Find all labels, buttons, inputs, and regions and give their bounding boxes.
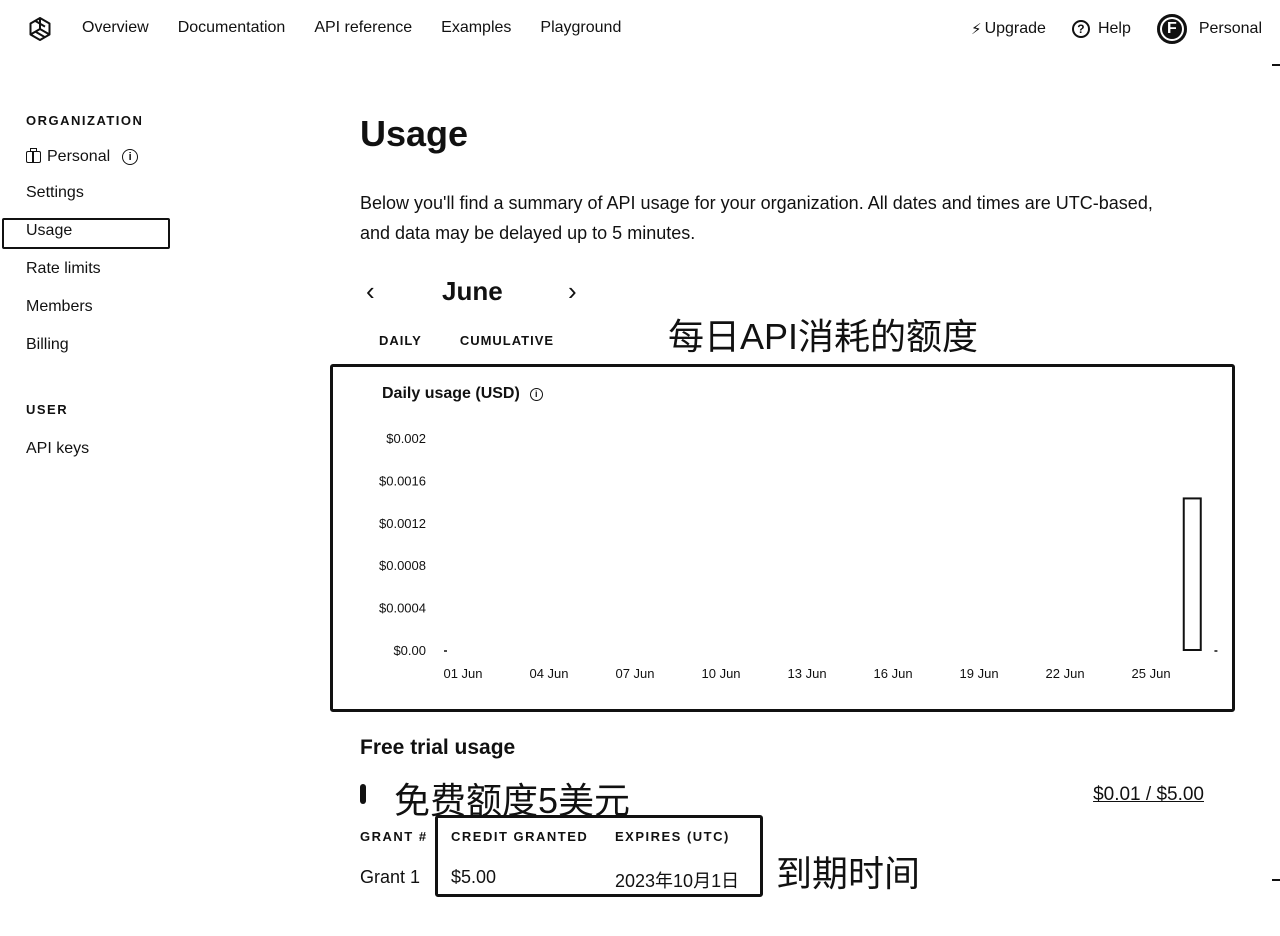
chart-title: Daily usage (USD) [382,385,520,402]
month-selector: ‹ June › [360,274,600,310]
help-label: Help [1097,20,1131,37]
page-title: Usage [360,113,469,154]
x-tick-label: 22 Jun [1046,666,1085,681]
annotation-daily-usage: 每日API消耗的额度 [668,316,979,357]
lightning-icon: ⚡ [971,21,982,38]
chevron-right-icon[interactable]: › [568,276,577,307]
tab-cumulative[interactable]: CUMULATIVE [460,333,554,348]
window-edge-mark [1272,64,1280,66]
window-edge-mark [1272,879,1280,881]
nav-overview[interactable]: Overview [82,19,149,37]
grant-header-number: GRANT # [360,829,428,844]
briefcase-icon [26,148,41,163]
chart-title-row: Daily usage (USD) i [382,385,543,403]
sidebar-item-billing[interactable]: Billing [26,336,69,354]
free-trial-title: Free trial usage [360,736,516,759]
info-icon[interactable]: i [529,387,543,401]
grant-row-name: Grant 1 [360,867,421,887]
x-tick-label: 25 Jun [1132,666,1171,681]
y-tick-label: $0.0004 [379,601,426,616]
y-tick-label: $0.0008 [379,558,426,573]
help-icon: ? [1071,20,1090,38]
x-tick-label: 10 Jun [702,666,741,681]
org-heading: ORGANIZATION [26,113,144,128]
y-tick-label: $0.0012 [379,516,426,531]
free-trial-progress-bar [360,784,366,804]
upgrade-label: Upgrade [984,20,1046,37]
account-label: Personal [1198,20,1262,37]
top-navigation: Overview Documentation API reference Exa… [0,0,1280,58]
org-name: Personal [47,148,111,165]
sidebar-item-settings[interactable]: Settings [26,184,84,202]
nav-playground[interactable]: Playground [540,19,621,37]
sidebar-item-organization[interactable]: Personal i [26,148,139,166]
chart-canvas: $0.002 $0.0016 $0.0012 $0.0008 $0.0004 $0.00 0… [379,431,1218,681]
nav-documentation[interactable]: Documentation [178,19,286,37]
avatar: F [1156,14,1187,44]
x-tick-label: 01 Jun [443,666,482,681]
openai-logo-icon[interactable] [26,15,54,43]
sidebar-item-rate-limits[interactable]: Rate limits [26,260,101,278]
daily-usage-chart: $0.002 $0.0016 $0.0012 $0.0008 $0.0004 $0.00 0… [330,364,1235,712]
usage-tabs: DAILY CUMULATIVE [379,333,592,348]
free-trial-amount[interactable]: $0.01 / $5.00 [1093,784,1204,806]
nav-api-reference[interactable]: API reference [314,19,412,37]
grant-highlight-box [435,815,763,897]
x-tick-label: 07 Jun [615,666,654,681]
month-label: June [442,276,503,306]
x-tick-label: 13 Jun [788,666,827,681]
x-tick-label: 19 Jun [960,666,999,681]
help-button[interactable]: ? Help [1071,20,1131,38]
chevron-left-icon[interactable]: ‹ [366,276,375,307]
y-tick-label: $0.00 [393,643,426,658]
nav-examples[interactable]: Examples [441,19,511,37]
page-description: Below you'll find a summary of API usage… [360,193,1153,243]
upgrade-button[interactable]: ⚡ Upgrade [971,20,1046,38]
tab-daily[interactable]: DAILY [379,333,422,348]
bar-day-26[interactable] [1182,497,1202,651]
annotation-expiry: 到期时间 [776,853,921,894]
user-heading: USER [26,402,69,417]
sidebar-item-api-keys[interactable]: API keys [26,440,89,458]
x-tick-label: 04 Jun [529,666,568,681]
y-tick-label: $0.002 [386,431,426,446]
sidebar-item-usage[interactable]: Usage [26,222,72,240]
y-tick-label: $0.0016 [379,473,426,488]
account-menu-button[interactable]: F Personal [1156,14,1262,44]
sidebar-item-members[interactable]: Members [26,298,93,316]
info-icon[interactable]: i [122,149,139,165]
x-tick-label: 16 Jun [874,666,913,681]
